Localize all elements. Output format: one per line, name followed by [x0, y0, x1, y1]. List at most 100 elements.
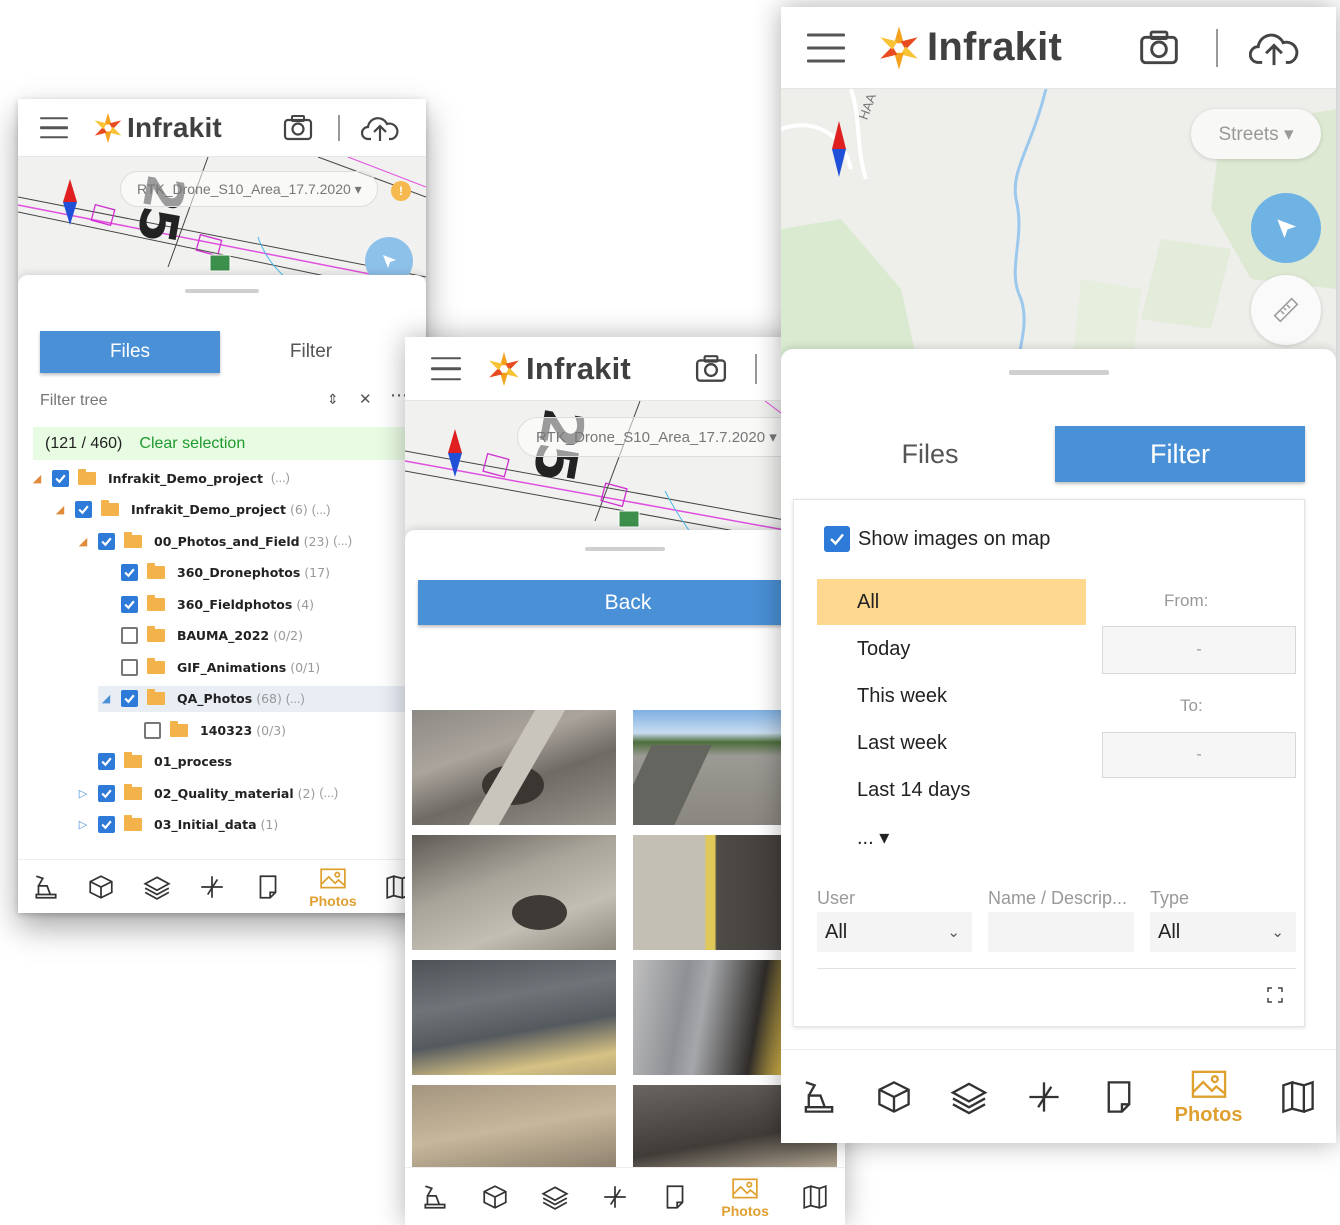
expand-open-icon[interactable]: ◢: [99, 692, 113, 705]
filter-tree-input[interactable]: Filter tree: [40, 389, 320, 413]
nav-machine[interactable]: [800, 1078, 838, 1116]
clear-selection-link[interactable]: Clear selection: [139, 435, 245, 453]
nav-layers[interactable]: [950, 1078, 988, 1116]
clear-filter-icon[interactable]: ✕: [359, 390, 372, 408]
camera-icon[interactable]: [1139, 30, 1179, 66]
period-option[interactable]: ... ▾: [817, 814, 1086, 860]
nav-layers[interactable]: [541, 1183, 569, 1211]
measure-button[interactable]: [1251, 275, 1321, 345]
tab-files[interactable]: Files: [805, 426, 1055, 482]
warning-badge[interactable]: !: [391, 181, 411, 201]
expand-open-icon[interactable]: ◢: [53, 503, 67, 516]
nav-document[interactable]: [661, 1183, 689, 1211]
nav-model-cube[interactable]: [481, 1183, 509, 1211]
tree-checkbox[interactable]: [121, 690, 138, 707]
nav-measure[interactable]: [1025, 1078, 1063, 1116]
type-select[interactable]: All ⌄: [1150, 912, 1296, 952]
tree-checkbox[interactable]: [121, 564, 138, 581]
nav-model-cube[interactable]: [875, 1078, 913, 1116]
expand-closed-icon[interactable]: ▷: [76, 787, 90, 800]
nav-photos[interactable]: Photos: [309, 865, 357, 909]
files-panel: Infrakit 25 RTK_Drone_S10_Area_17.7.2020…: [18, 99, 426, 913]
tree-checkbox[interactable]: [98, 532, 115, 550]
period-option[interactable]: Last 14 days: [817, 767, 1086, 813]
photo-thumbnail[interactable]: [412, 960, 616, 1075]
tree-checkbox[interactable]: [121, 658, 138, 676]
tree-row[interactable]: ◢ Infrakit_Demo_project (...): [30, 465, 290, 491]
nav-photos[interactable]: Photos: [1175, 1066, 1242, 1127]
tree-checkbox[interactable]: [98, 753, 115, 770]
nav-document[interactable]: [254, 873, 282, 901]
tree-checkbox[interactable]: [121, 627, 138, 644]
nav-model-cube[interactable]: [87, 873, 115, 901]
sheet-handle[interactable]: [185, 289, 259, 293]
from-date-field[interactable]: -: [1102, 626, 1296, 674]
locate-button[interactable]: [1251, 193, 1321, 263]
user-select[interactable]: All ⌄: [817, 912, 972, 952]
sheet-handle[interactable]: [585, 547, 665, 551]
expand-icon[interactable]: [1266, 986, 1284, 1004]
tree-row[interactable]: ▷ 03_Initial_data (1): [76, 812, 282, 838]
expand-closed-icon[interactable]: ▷: [76, 818, 90, 831]
tree-row[interactable]: ◢ Infrakit_Demo_project (6) (...): [53, 497, 330, 523]
tree-row[interactable]: ◢ QA_Photos (68) (...): [98, 685, 426, 712]
tab-files[interactable]: Files: [40, 331, 220, 373]
period-option[interactable]: Today: [817, 626, 1086, 672]
period-option[interactable]: Last week: [817, 720, 1086, 766]
tree-row[interactable]: 01_process: [76, 749, 240, 775]
menu-icon[interactable]: [807, 33, 845, 62]
tree-checkbox[interactable]: [121, 595, 138, 613]
camera-icon[interactable]: [695, 354, 727, 383]
sort-icon[interactable]: ⇕: [327, 391, 339, 408]
tree-row[interactable]: ▷ 02_Quality_material (2) (...): [76, 780, 338, 806]
expand-open-icon[interactable]: ◢: [76, 535, 90, 548]
tree-row[interactable]: GIF_Animations (0/1): [99, 654, 324, 680]
sheet-handle[interactable]: [1008, 370, 1109, 375]
cloud-upload-icon[interactable]: [1249, 29, 1299, 67]
tree-checkbox[interactable]: [52, 469, 69, 487]
photo-thumbnail[interactable]: [412, 835, 616, 950]
photo-thumbnail[interactable]: [412, 1085, 616, 1170]
nav-layers[interactable]: [143, 873, 171, 901]
period-option[interactable]: All: [817, 579, 1086, 625]
tree-item-name: Infrakit_Demo_project: [131, 502, 286, 517]
tab-filter[interactable]: Filter: [220, 331, 402, 373]
cloud-upload-icon[interactable]: [361, 114, 399, 142]
map-view[interactable]: HAA Streets ▾: [781, 89, 1336, 379]
tab-filter[interactable]: Filter: [1055, 426, 1305, 482]
photo-thumbnail[interactable]: [412, 710, 616, 825]
expand-open-icon[interactable]: ◢: [30, 472, 44, 485]
nav-machine[interactable]: [421, 1183, 449, 1211]
map-style-selector[interactable]: Streets ▾: [1191, 109, 1321, 159]
layer-selector[interactable]: RTK_Drone_S10_Area_17.7.2020 ▾: [517, 417, 807, 457]
app-bar: Infrakit: [405, 337, 845, 401]
tree-checkbox[interactable]: [98, 784, 115, 802]
map-view[interactable]: 25 RTK_Drone_S10_Area_17.7.2020 ▾: [405, 401, 845, 551]
nav-map-book[interactable]: [1279, 1078, 1317, 1116]
layer-selector[interactable]: RTK_Drone_S10_Area_17.7.2020 ▾: [120, 171, 378, 207]
nav-machine[interactable]: [32, 873, 60, 901]
tree-row[interactable]: 360_Dronephotos (17): [99, 560, 334, 586]
show-images-checkbox[interactable]: [824, 526, 850, 552]
nav-measure[interactable]: [601, 1183, 629, 1211]
to-date-field[interactable]: -: [1102, 732, 1296, 778]
tree-checkbox[interactable]: [144, 721, 161, 739]
period-option[interactable]: This week: [817, 673, 1086, 719]
tree-row[interactable]: ◢ 00_Photos_and_Field (23) (...): [76, 528, 352, 554]
tree-checkbox[interactable]: [75, 501, 92, 518]
tree-checkbox[interactable]: [98, 816, 115, 833]
show-images-toggle[interactable]: Show images on map: [824, 526, 1050, 552]
tree-row[interactable]: BAUMA_2022 (0/2): [99, 623, 307, 649]
back-button[interactable]: Back: [418, 580, 838, 625]
menu-icon[interactable]: [40, 116, 68, 139]
menu-icon[interactable]: [431, 356, 461, 381]
nav-map-book[interactable]: [801, 1183, 829, 1211]
nav-photos[interactable]: Photos: [721, 1175, 769, 1219]
tree-row[interactable]: 360_Fieldphotos (4): [99, 591, 318, 617]
camera-icon[interactable]: [283, 114, 313, 141]
nav-document[interactable]: [1100, 1078, 1138, 1116]
nav-measure[interactable]: [198, 873, 226, 901]
name-description-input[interactable]: [988, 912, 1134, 952]
tree-row[interactable]: 140323 (0/3): [122, 717, 290, 743]
check-icon: [124, 694, 135, 704]
